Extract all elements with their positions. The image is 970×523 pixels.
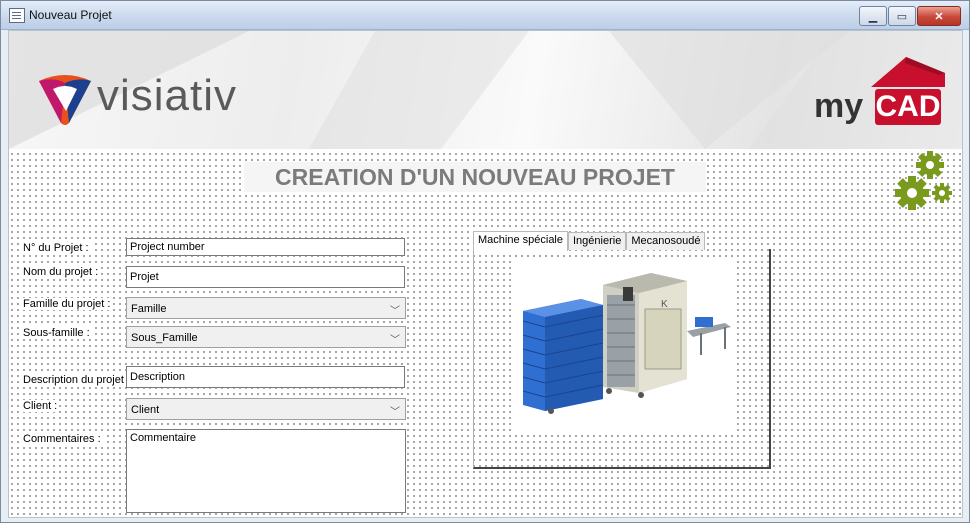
close-button[interactable]: ✕ [917,6,961,26]
comments-label: Commentaires : [21,433,103,445]
close-icon: ✕ [934,10,944,23]
app-window: Nouveau Projet ▁ ▭ ✕ visiativ my CAD CRE… [0,0,970,523]
tab-machine-speciale[interactable]: Machine spéciale [473,231,568,251]
chevron-down-icon[interactable]: ﹀ [390,331,400,346]
page-title: CREATION D'UN NOUVEAU PROJET [244,162,706,192]
family-label: Famille du projet : [21,298,113,310]
svg-text:K: K [661,299,668,310]
project-number-input[interactable]: Project number [126,238,405,256]
chevron-down-icon[interactable]: ﹀ [390,302,400,317]
window-title: Nouveau Projet [29,8,112,22]
tab-mecanosoude[interactable]: Mecanosoudé [626,232,706,250]
mycad-logo-my: my [814,87,864,125]
client-label: Client : [21,400,60,412]
minimize-icon: ▁ [868,10,878,23]
comments-textarea[interactable]: Commentaire [126,429,406,513]
header-banner: visiativ my CAD [9,31,962,149]
maximize-icon: ▭ [896,10,908,23]
tab-ingenierie[interactable]: Ingénierie [568,232,627,250]
form-client-area: visiativ my CAD CREATION D'UN NOUVEAU PR… [8,30,963,518]
client-select[interactable]: Client ﹀ [126,398,406,420]
machine-image: K [511,259,735,431]
client-select-value: Client [131,404,160,416]
subfamily-select-value: Sous_Famille [131,332,198,344]
maximize-button[interactable]: ▭ [888,6,916,26]
banner-shape [309,31,529,149]
gears-icon[interactable] [894,149,954,213]
chevron-down-icon[interactable]: ﹀ [390,403,400,418]
visiativ-logo-icon [39,75,91,125]
description-input[interactable]: Description [126,366,405,388]
family-select[interactable]: Famille ﹀ [126,297,406,319]
visiativ-wordmark: visiativ [97,71,238,120]
title-bar[interactable]: Nouveau Projet ▁ ▭ ✕ [1,1,969,30]
window-controls: ▁ ▭ ✕ [859,6,961,26]
description-label: Description du projet : [21,374,132,386]
subfamily-label: Sous-famille : [21,327,92,339]
form-icon [9,8,25,23]
project-name-input[interactable]: Projet [126,266,405,288]
project-name-label: Nom du projet : [21,266,101,278]
minimize-button[interactable]: ▁ [859,6,887,26]
project-number-label: N° du Projet : [21,242,91,254]
mycad-logo-cad: CAD [875,89,941,125]
family-select-value: Famille [131,303,167,315]
mycad-roof-icon [871,57,945,87]
subfamily-select[interactable]: Sous_Famille ﹀ [126,326,406,348]
